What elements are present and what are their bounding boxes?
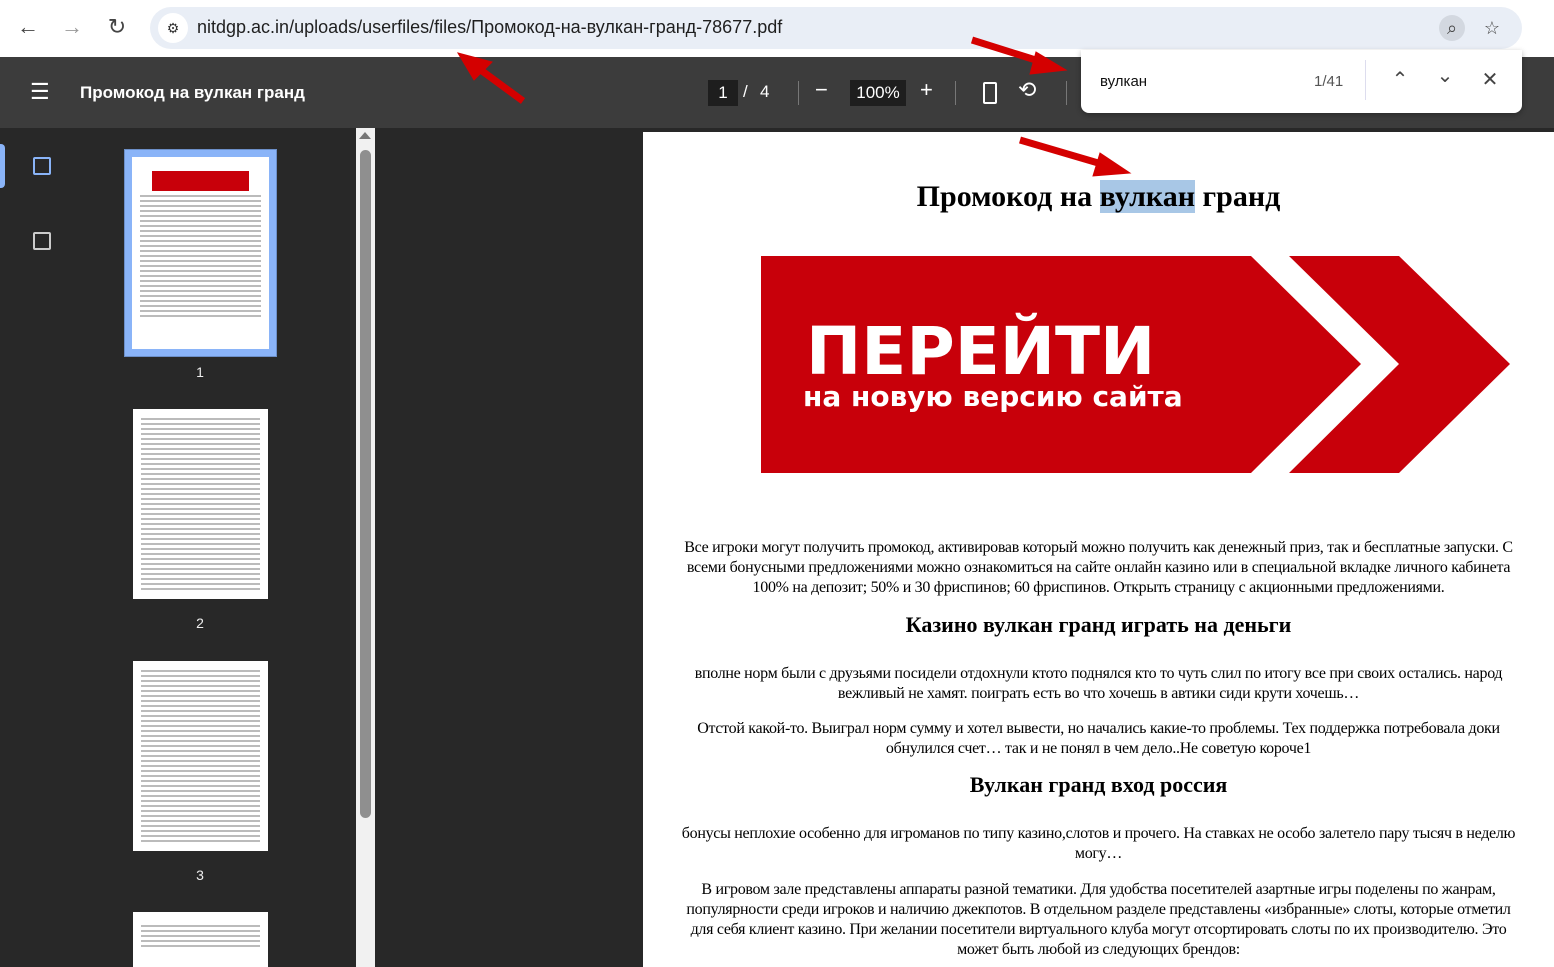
page-separator: / [743,82,748,101]
thumbnail-label: 2 [196,615,204,631]
paragraph-line: популярности среди игроков и наличию дже… [686,901,1511,918]
reload-button[interactable]: ↻ [102,14,132,40]
rotate-icon[interactable]: ⟲ [1018,77,1036,103]
fit-page-icon[interactable] [983,82,997,104]
total-pages: 4 [760,82,770,101]
divider [1066,81,1067,105]
zoom-in-button[interactable]: + [920,77,933,103]
paragraph-line: бонусы неплохие особенно для игроманов п… [681,825,1516,842]
find-next-button[interactable]: ⌄ [1432,63,1458,88]
thumbnail-panel: 1 2 3 [80,128,356,967]
address-bar[interactable]: ⚙ nitdgp.ac.in/uploads/userfiles/files/П… [150,7,1522,49]
paragraph-line: 100% на депозит; 50% и 30 фриспинов; 60 … [752,579,1445,596]
document-title: Промокод на вулкан гранд [80,83,305,102]
zoom-input[interactable]: 100% [850,80,906,106]
find-input[interactable]: вулкан [1100,73,1147,90]
paragraph-line: обнулился счет… так и не понял в чем дел… [885,740,1312,757]
bookmark-star-icon[interactable]: ☆ [1479,15,1505,41]
find-bar: вулкан 1/41 ⌃ ⌄ ✕ [1081,50,1522,113]
document-heading: Промокод на вулкан гранд [916,180,1281,213]
thumbnail-page-3[interactable] [133,661,268,851]
site-info-icon[interactable]: ⚙ [158,13,188,43]
page-number-input[interactable]: 1 [708,80,738,106]
browser-toolbar: ← → ↻ ⚙ nitdgp.ac.in/uploads/userfiles/f… [0,0,1554,57]
thumbnail-page-2[interactable] [133,409,268,599]
menu-icon[interactable]: ☰ [30,79,50,105]
find-in-page-icon[interactable]: ⌕ [1439,15,1465,41]
paragraph-line: Все игроки могут получить промокод, акти… [684,539,1513,556]
scroll-up-arrow[interactable] [359,132,371,139]
paragraph-line: Отстой какой-то. Выиграл норм сумму и хо… [697,720,1500,737]
promo-banner[interactable]: ПЕРЕЙТИ на новую версию сайта [761,256,1510,473]
thumbnail-label: 3 [196,867,204,883]
search-highlight: вулкан [1099,180,1196,213]
outline-view-icon[interactable] [33,232,51,250]
paragraph-line: вежливый не хамят. поиграть есть во что … [837,685,1360,702]
find-count: 1/41 [1314,73,1344,90]
paragraph-line: может быть любой из следующих брендов: [957,941,1240,958]
sidebar-rail [0,128,80,967]
section-heading: Казино вулкан гранд играть на деньги [905,612,1292,637]
thumbnails-view-icon[interactable] [33,157,51,175]
find-close-button[interactable]: ✕ [1477,67,1503,92]
zoom-out-button[interactable]: − [815,77,828,103]
back-button[interactable]: ← [13,14,43,40]
forward-button[interactable]: → [57,14,87,40]
rail-selection-indicator [0,144,5,188]
paragraph-line: вполне норм были с друзьями посидели отд… [694,665,1503,682]
url-text[interactable]: nitdgp.ac.in/uploads/userfiles/files/Про… [197,17,782,38]
paragraph-line: для себя клиент казино. При желании посе… [690,921,1507,938]
thumbnail-label: 1 [196,364,204,380]
banner-small-text: на новую версию сайта [803,380,1183,413]
thumbnail-scrollbar[interactable] [356,128,375,967]
banner-graphic: ПЕРЕЙТИ на новую версию сайта [761,256,1510,473]
banner-big-text: ПЕРЕЙТИ [806,312,1155,390]
thumbnail-page-4[interactable] [133,912,268,967]
divider [955,81,956,105]
scrollbar-thumb[interactable] [360,150,371,818]
paragraph-line: могу… [1074,845,1123,862]
paragraph-line: всеми бонусными предложениями можно озна… [686,559,1511,576]
paragraph-line: В игровом зале представлены аппараты раз… [701,881,1496,898]
find-previous-button[interactable]: ⌃ [1387,67,1413,92]
pdf-page: Промокод на вулкан гранд ПЕРЕЙТИ на нову… [643,132,1554,967]
divider [1365,60,1366,100]
thumbnail-page-1[interactable] [124,149,277,357]
divider [798,81,799,105]
section-heading: Вулкан гранд вход россия [969,772,1228,797]
